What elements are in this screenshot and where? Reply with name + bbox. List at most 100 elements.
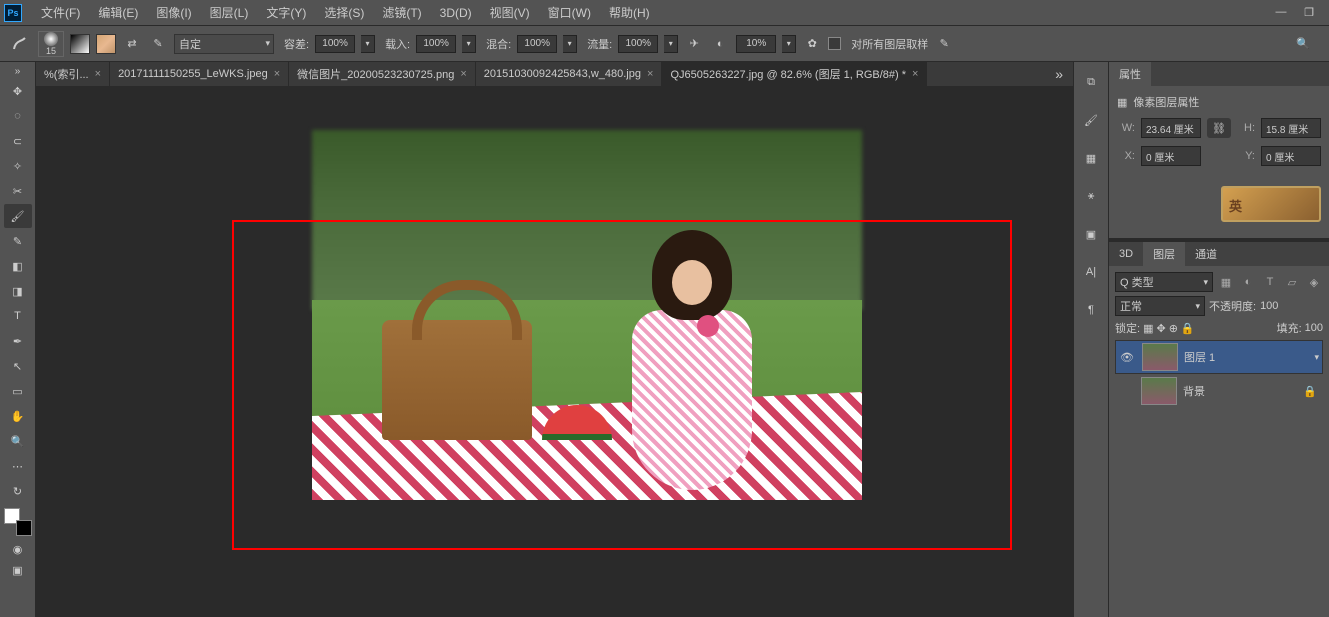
close-icon[interactable]: × [912, 68, 918, 80]
filter-adjust-icon[interactable]: ◐ [1239, 273, 1257, 291]
current-tool-icon[interactable] [8, 32, 32, 56]
artwork-thumbnail[interactable] [1221, 186, 1321, 222]
gear-icon[interactable]: ✿ [802, 34, 822, 54]
close-icon[interactable]: × [460, 68, 466, 80]
tabs-overflow[interactable]: » [1045, 66, 1073, 82]
filter-pixel-icon[interactable]: ▦ [1217, 273, 1235, 291]
brush-tool[interactable]: 🖌 [4, 204, 32, 228]
opacity-input[interactable]: 100% [618, 35, 658, 53]
menu-window[interactable]: 窗口(W) [539, 4, 600, 21]
flow-input[interactable]: 100% [416, 35, 456, 53]
menu-view[interactable]: 视图(V) [481, 4, 539, 21]
crop-tool[interactable]: ✂ [4, 179, 32, 203]
hand-tool[interactable]: ✋ [4, 404, 32, 428]
restore-icon[interactable]: ❐ [1301, 6, 1317, 19]
lock-position-icon[interactable]: ✥ [1156, 322, 1165, 335]
tab-4[interactable]: QJ6505263227.jpg @ 82.6% (图层 1, RGB/8#) … [662, 62, 927, 86]
moon-icon[interactable]: ◐ [710, 34, 730, 54]
layers-tab[interactable]: 图层 [1143, 242, 1185, 266]
menu-text[interactable]: 文字(Y) [257, 4, 315, 21]
shape-tool[interactable]: ▭ [4, 379, 32, 403]
height-input[interactable]: 15.8 厘米 [1261, 118, 1321, 138]
menu-3d[interactable]: 3D(D) [431, 6, 481, 20]
layer-filter-select[interactable]: Q 类型 [1115, 272, 1213, 292]
paragraph-panel-icon[interactable]: ¶ [1079, 298, 1103, 322]
visibility-icon[interactable]: 👁 [1118, 351, 1136, 364]
swatches-panel-icon[interactable]: ▦ [1079, 146, 1103, 170]
menu-edit[interactable]: 编辑(E) [89, 4, 147, 21]
tab-3[interactable]: 20151030092425843,w_480.jpg× [476, 62, 663, 86]
filter-smart-icon[interactable]: ◈ [1305, 273, 1323, 291]
libraries-panel-icon[interactable]: ▣ [1079, 222, 1103, 246]
fill-value[interactable]: 100 [1305, 322, 1323, 334]
angle-dd[interactable]: ▾ [782, 35, 796, 53]
brush-panel-icon[interactable]: 🖌 [1079, 108, 1103, 132]
lasso-tool[interactable]: ⊂ [4, 129, 32, 153]
layer-thumbnail[interactable] [1142, 343, 1178, 371]
search-icon[interactable]: 🔍 [1293, 34, 1313, 54]
brush-preview[interactable]: 15 [38, 31, 64, 57]
blend-input[interactable]: 100% [517, 35, 557, 53]
tab-0[interactable]: %(索引...× [36, 62, 110, 86]
tab-1[interactable]: 20171111150255_LeWKS.jpeg× [110, 62, 289, 86]
color-swatches[interactable] [4, 508, 32, 536]
path-tool[interactable]: ↖ [4, 354, 32, 378]
more-tools[interactable]: ⋯ [4, 454, 32, 478]
layer-opacity-value[interactable]: 100 [1260, 300, 1278, 312]
tolerance-input[interactable]: 100% [315, 35, 355, 53]
blend-dd[interactable]: ▾ [563, 35, 577, 53]
minimize-icon[interactable]: — [1273, 6, 1289, 19]
quickmask-icon[interactable]: ◉ [8, 541, 28, 557]
swap-icon[interactable]: ⇄ [122, 34, 142, 54]
opacity-dd[interactable]: ▾ [664, 35, 678, 53]
layer-name[interactable]: 图层 1 [1184, 349, 1215, 365]
lock-all-icon[interactable]: 🔒 [1181, 322, 1195, 335]
lock-artboard-icon[interactable]: ⊕ [1169, 322, 1178, 335]
tolerance-dd[interactable]: ▾ [361, 35, 375, 53]
filter-type-icon[interactable]: T [1261, 273, 1279, 291]
mode-select[interactable]: 自定 [174, 34, 274, 54]
layer-thumbnail[interactable] [1141, 377, 1177, 405]
close-icon[interactable]: × [647, 68, 653, 80]
adjustments-panel-icon[interactable]: ⚹ [1079, 184, 1103, 208]
zoom-tool[interactable]: 🔍 [4, 429, 32, 453]
character-panel-icon[interactable]: A| [1079, 260, 1103, 284]
close-icon[interactable]: × [274, 68, 280, 80]
clone-tool[interactable]: ✎ [4, 229, 32, 253]
channels-tab[interactable]: 通道 [1185, 242, 1227, 266]
type-tool[interactable]: T [4, 304, 32, 328]
gradient-swatch[interactable] [70, 34, 90, 54]
pen-tool[interactable]: ✒ [4, 329, 32, 353]
menu-select[interactable]: 选择(S) [315, 4, 373, 21]
edit-toolbar[interactable]: ↻ [4, 479, 32, 503]
blend-mode-select[interactable]: 正常 [1115, 296, 1205, 316]
screenmode-icon[interactable]: ▣ [8, 562, 28, 578]
quick-select-tool[interactable]: ✧ [4, 154, 32, 178]
texture-swatch[interactable] [96, 34, 116, 54]
expand-tools-icon[interactable]: » [15, 66, 21, 78]
menu-file[interactable]: 文件(F) [32, 4, 89, 21]
angle-input[interactable]: 10% [736, 35, 776, 53]
link-icon[interactable]: ⛓ [1207, 118, 1231, 138]
menu-filter[interactable]: 滤镜(T) [373, 4, 430, 21]
layer-row-bg[interactable]: 背景 🔒 [1115, 374, 1323, 408]
tab-2[interactable]: 微信图片_20200523230725.png× [289, 62, 476, 86]
close-icon[interactable]: × [95, 68, 101, 80]
lock-pixels-icon[interactable]: ▦ [1143, 322, 1153, 335]
menu-layer[interactable]: 图层(L) [201, 4, 258, 21]
sample-all-checkbox[interactable] [828, 37, 841, 50]
filter-shape-icon[interactable]: ▱ [1283, 273, 1301, 291]
eraser-tool[interactable]: ◧ [4, 254, 32, 278]
layer-name[interactable]: 背景 [1183, 383, 1205, 399]
tablet-icon[interactable]: ✎ [934, 34, 954, 54]
x-input[interactable]: 0 厘米 [1141, 146, 1201, 166]
pressure-icon[interactable]: ✎ [148, 34, 168, 54]
marquee-tool[interactable]: ◌ [4, 104, 32, 128]
menu-image[interactable]: 图像(I) [147, 4, 200, 21]
layer-row-1[interactable]: 👁 图层 1 [1115, 340, 1323, 374]
menu-help[interactable]: 帮助(H) [600, 4, 659, 21]
canvas[interactable] [36, 86, 1073, 617]
flow-dd[interactable]: ▾ [462, 35, 476, 53]
move-tool[interactable]: ✥ [4, 79, 32, 103]
width-input[interactable]: 23.64 厘米 [1141, 118, 1201, 138]
